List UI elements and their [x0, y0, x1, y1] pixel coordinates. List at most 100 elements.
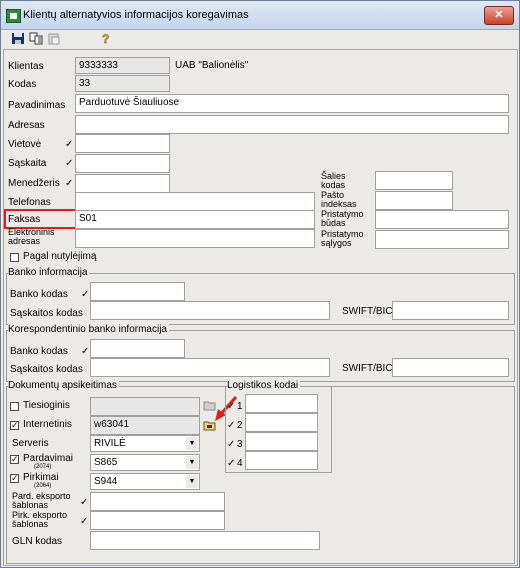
banko-saskaitos-label: Sąskaitos kodas	[10, 308, 83, 319]
saskaita-check-icon: ✓	[65, 158, 74, 169]
telefonas-field[interactable]	[75, 192, 315, 211]
logistikos-3-label: 3	[237, 439, 243, 450]
toolbar: ?	[1, 30, 519, 48]
logistikos-4-label: 4	[237, 458, 243, 469]
salies-kodas-label: Šalies kodas	[321, 171, 346, 190]
pirkimai-checkbox[interactable]: ✓	[10, 474, 19, 483]
pasto-indeksas-label: Pašto indeksas	[321, 190, 357, 209]
pardavimai-checkbox[interactable]: ✓	[10, 455, 19, 464]
save-icon[interactable]	[11, 32, 25, 45]
logistikos-group-title: Logistikos kodai	[227, 380, 301, 391]
saskaita-label: Sąskaita	[8, 158, 47, 169]
logistikos-3-field[interactable]	[245, 432, 318, 451]
banko-swift-label: SWIFT/BIC	[342, 306, 393, 317]
internetinis-label: Internetinis	[23, 419, 72, 430]
pagal-nutylejima-label: Pagal nutylėjimą	[23, 251, 97, 262]
el-adresas-label: Elektroninis adresas	[8, 227, 55, 246]
paste-icon[interactable]	[47, 32, 61, 45]
logistikos-4-field[interactable]	[245, 451, 318, 470]
kodas-field[interactable]: 33	[75, 75, 170, 92]
logistikos-2-label: 2	[237, 420, 243, 431]
serveris-select[interactable]: RIVILĖ ▼	[90, 435, 200, 452]
svg-text:?: ?	[102, 32, 109, 45]
kor-banko-kodas-field[interactable]	[90, 339, 185, 358]
pard-eksporto-check-icon: ✓	[80, 497, 89, 508]
close-button[interactable]: ✕	[484, 6, 514, 25]
logistikos-3-check-icon: ✓	[227, 439, 236, 450]
banko-saskaitos-field[interactable]	[90, 301, 330, 320]
chevron-down-icon: ▼	[186, 475, 198, 488]
menedzeris-label: Menedžeris	[8, 178, 60, 189]
copy-icon[interactable]	[29, 32, 45, 45]
adresas-field[interactable]	[75, 115, 509, 134]
saskaita-field[interactable]	[75, 154, 170, 173]
pristatymo-budas-field[interactable]	[375, 210, 509, 229]
pristatymo-budas-label: Pristatymo būdas	[321, 209, 364, 228]
vietove-check-icon: ✓	[65, 139, 74, 150]
kodas-label: Kodas	[8, 79, 37, 90]
menedzeris-field[interactable]	[75, 174, 170, 193]
pristatymo-salygos-label: Pristatymo sąlygos	[321, 229, 364, 248]
pardavimai-label: Pardavimai	[23, 453, 74, 464]
logistikos-1-label: 1	[237, 401, 243, 412]
vietove-field[interactable]	[75, 134, 170, 153]
banko-kodas-field[interactable]	[90, 282, 185, 301]
dialog-window: Klientų alternatyvios informacijos koreg…	[0, 0, 520, 568]
pavadinimas-label: Pavadinimas	[8, 100, 66, 111]
klientas-code-field[interactable]: 9333333	[75, 57, 170, 74]
logistikos-2-field[interactable]	[245, 413, 318, 432]
banko-kodas-check-icon: ✓	[81, 289, 90, 300]
pirk-eksporto-check-icon: ✓	[80, 516, 89, 527]
menedzeris-check-icon: ✓	[65, 178, 74, 189]
faksas-label: Faksas	[8, 214, 41, 225]
faksas-field[interactable]: S01	[75, 210, 315, 229]
pasto-indeksas-field[interactable]	[375, 191, 453, 210]
banko-group-title: Banko informacija	[8, 267, 90, 278]
pirk-eksporto-label: Pirk. eksporto šablonas	[12, 510, 68, 529]
salies-kodas-field[interactable]	[375, 171, 453, 190]
title-bar: Klientų alternatyvios informacijos koreg…	[1, 1, 519, 30]
serveris-label: Serveris	[12, 438, 49, 449]
kor-banko-kodas-label: Banko kodas	[10, 346, 68, 357]
el-adresas-field[interactable]	[75, 229, 315, 248]
pirkimai-select[interactable]: S944 ▼	[90, 473, 200, 490]
pardavimai-select[interactable]: S865 ▼	[90, 454, 200, 471]
kor-saskaitos-field[interactable]	[90, 358, 330, 377]
chevron-down-icon: ▼	[186, 437, 198, 450]
chevron-down-icon: ▼	[186, 456, 198, 469]
kor-banko-kodas-check-icon: ✓	[81, 346, 90, 357]
klientas-name-text: UAB "Balionėlis"	[175, 60, 249, 71]
pagal-nutylejima-checkbox[interactable]	[10, 253, 19, 262]
logistikos-2-check-icon: ✓	[227, 420, 236, 431]
klientas-label: Klientas	[8, 61, 44, 72]
pirkimai-label: Pirkimai	[23, 472, 59, 483]
tiesioginis-checkbox[interactable]	[10, 402, 19, 411]
internetinis-checkbox[interactable]: ✓	[10, 421, 19, 430]
banko-swift-field[interactable]	[392, 301, 509, 320]
pard-eksporto-label: Pard. eksporto šablonas	[12, 491, 71, 510]
adresas-label: Adresas	[8, 120, 45, 131]
kor-swift-field[interactable]	[392, 358, 509, 377]
app-icon	[6, 9, 21, 23]
pirkimai-sub-label: (2064)	[34, 483, 52, 489]
pavadinimas-field[interactable]: Parduotuvė Šiauliuose	[75, 94, 509, 113]
logistikos-1-check-icon: ✓	[227, 401, 236, 412]
pardavimai-sub-label: (2074)	[34, 464, 52, 470]
pard-eksporto-field[interactable]	[90, 492, 225, 511]
internetinis-field[interactable]: w63041	[90, 416, 200, 435]
window-title: Klientų alternatyvios informacijos koreg…	[23, 9, 249, 21]
vietove-label: Vietovė	[8, 139, 42, 150]
form-area: Klientas 9333333 UAB "Balionėlis" Kodas …	[3, 49, 518, 566]
kor-saskaitos-label: Sąskaitos kodas	[10, 364, 83, 375]
logistikos-1-field[interactable]	[245, 394, 318, 413]
pristatymo-salygos-field[interactable]	[375, 230, 509, 249]
logistikos-4-check-icon: ✓	[227, 458, 236, 469]
tiesioginis-label: Tiesioginis	[23, 400, 70, 411]
gln-kodas-field[interactable]	[90, 531, 320, 550]
pirk-eksporto-field[interactable]	[90, 511, 225, 530]
kor-swift-label: SWIFT/BIC	[342, 363, 393, 374]
help-icon[interactable]: ?	[99, 32, 113, 45]
telefonas-label: Telefonas	[8, 197, 51, 208]
tiesioginis-field[interactable]	[90, 397, 200, 416]
gln-kodas-label: GLN kodas	[12, 536, 63, 547]
